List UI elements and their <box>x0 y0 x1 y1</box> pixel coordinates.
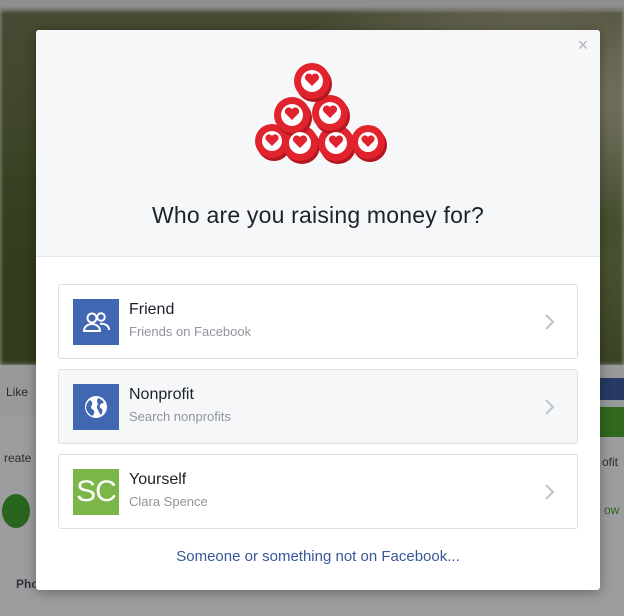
chevron-right-icon <box>545 399 555 415</box>
people-icon <box>73 299 119 345</box>
option-yourself[interactable]: SC Yourself Clara Spence <box>58 454 578 529</box>
heart-coin-icon <box>255 63 387 164</box>
dialog-header: × Who are you raising money for? <box>36 30 600 257</box>
option-friend-title: Friend <box>129 301 175 318</box>
chevron-right-icon <box>545 314 555 330</box>
close-button[interactable]: × <box>574 36 592 54</box>
option-nonprofit-subtitle: Search nonprofits <box>129 409 231 424</box>
not-on-facebook-link[interactable]: Someone or something not on Facebook... <box>36 548 600 565</box>
option-friend[interactable]: Friend Friends on Facebook <box>58 284 578 359</box>
fundraiser-dialog: × Who are you raising money for? Friend … <box>36 30 600 590</box>
dialog-title: Who are you raising money for? <box>152 202 484 228</box>
heart-coins-illustration <box>255 63 387 164</box>
globe-icon <box>73 384 119 430</box>
avatar-initials: SC <box>73 469 119 515</box>
option-friend-subtitle: Friends on Facebook <box>129 324 252 339</box>
recipient-options: Friend Friends on Facebook Nonprofit Sea… <box>58 284 578 539</box>
option-nonprofit-title: Nonprofit <box>129 386 194 403</box>
chevron-right-icon <box>545 484 555 500</box>
option-nonprofit[interactable]: Nonprofit Search nonprofits <box>58 369 578 444</box>
option-yourself-title: Yourself <box>129 471 187 488</box>
option-yourself-subtitle: Clara Spence <box>129 494 208 509</box>
